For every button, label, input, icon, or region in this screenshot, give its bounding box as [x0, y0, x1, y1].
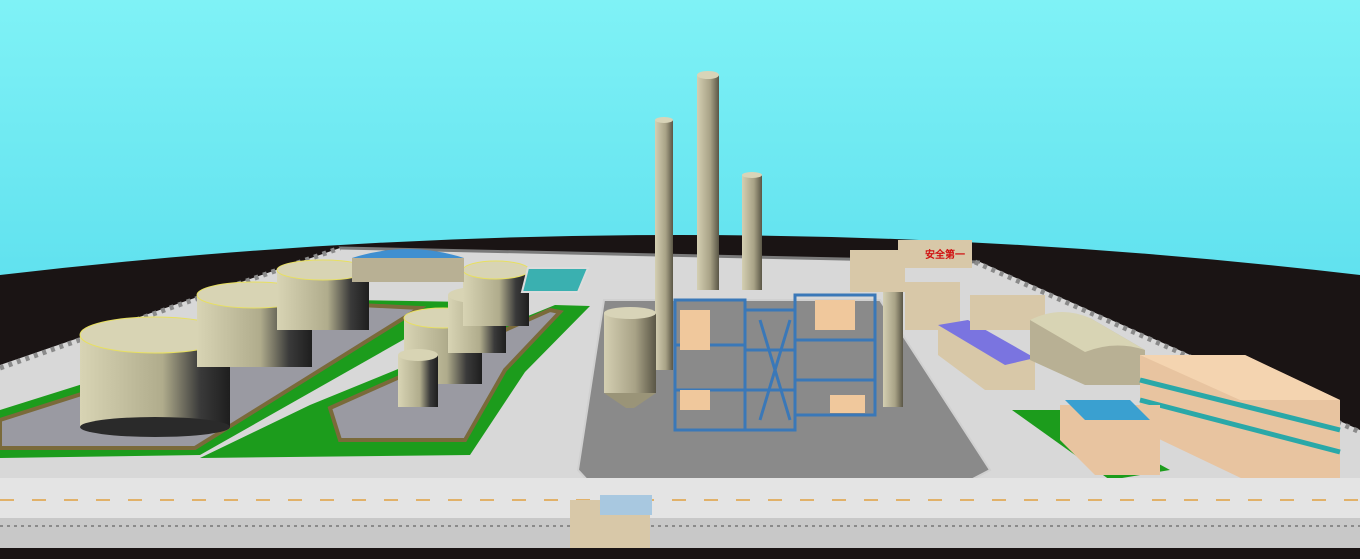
bottom-bar — [0, 548, 1360, 559]
distillation-column — [697, 71, 719, 290]
front-fence — [0, 518, 1360, 548]
plant-scene: 安全第一 — [0, 0, 1360, 559]
water-pool — [520, 267, 590, 293]
front-road — [0, 478, 1360, 518]
reactor-vessel — [604, 307, 656, 408]
safety-sign: 安全第一 — [925, 248, 965, 261]
storage-tank — [462, 260, 530, 326]
warehouse — [352, 249, 464, 282]
distillation-column — [883, 283, 903, 407]
storage-tank — [398, 349, 438, 407]
scene-canvas: 安全第一 — [0, 0, 1360, 559]
gatehouse — [570, 495, 652, 548]
distillation-column — [742, 172, 762, 290]
distillation-column — [655, 117, 673, 370]
